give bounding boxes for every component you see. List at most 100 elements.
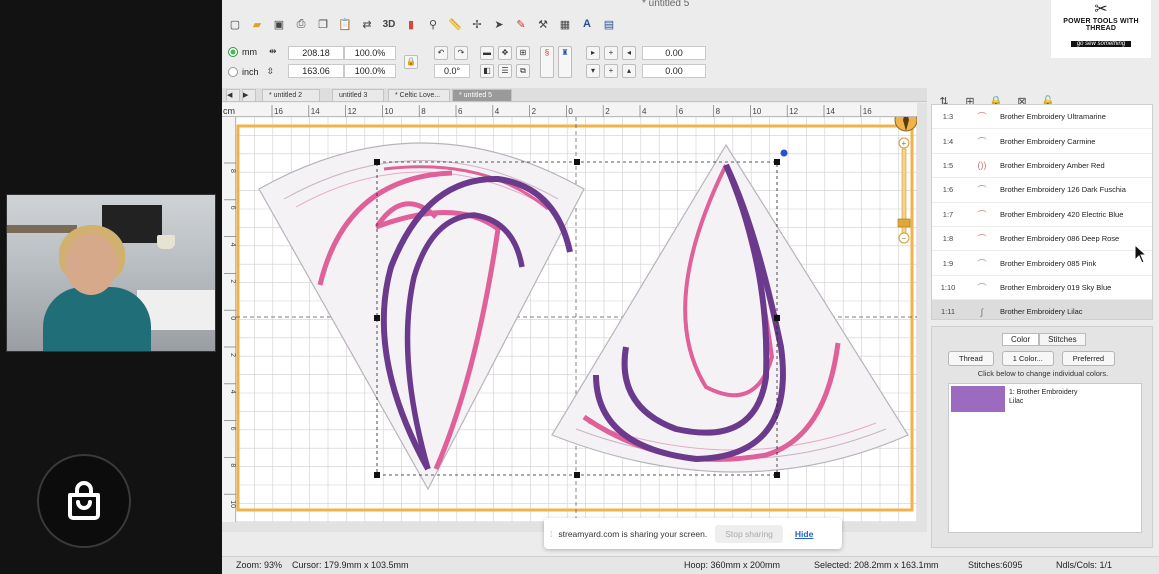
tab-untitled-2[interactable]: * untitled 2 (262, 89, 320, 101)
thread-button[interactable]: Thread (948, 351, 994, 366)
rotate-right-icon[interactable]: ↷ (454, 46, 468, 60)
list-item[interactable]: 1:9 ⌒ Brother Embroidery 085 Pink (932, 251, 1152, 276)
tab-stitches[interactable]: Stitches (1039, 333, 1086, 346)
measure-icon[interactable]: 📏 (446, 15, 464, 33)
list-item[interactable]: 1:8 ⌒ Brother Embroidery 086 Deep Rose (932, 227, 1152, 252)
center-icon[interactable]: ✢ (468, 15, 486, 33)
tab-untitled-3[interactable]: untitled 3 (332, 89, 384, 101)
move-middle-icon[interactable]: + (604, 64, 618, 78)
spool-blue-icon[interactable]: ♜ (558, 46, 572, 78)
tab-untitled-5[interactable]: * untitled 5 (452, 89, 512, 101)
shopping-bag-button[interactable] (37, 454, 131, 548)
align-left-icon[interactable]: ◧ (480, 64, 494, 78)
mouse-cursor-icon (1134, 244, 1148, 264)
tab-color[interactable]: Color (1002, 333, 1040, 346)
pencil-icon[interactable]: ✎ (512, 15, 530, 33)
move-center-icon[interactable]: + (604, 46, 618, 60)
document-tabs: ◀ ▶ * untitled 2 untitled 3 * Celtic Lov… (222, 88, 927, 102)
list-item[interactable]: 1:10 ⌒ Brother Embroidery 019 Sky Blue (932, 276, 1152, 301)
window-title: * untitled 5 (642, 0, 690, 9)
ruler-tick-label: 8 (229, 463, 236, 467)
flip-icon[interactable]: ✥ (498, 46, 512, 60)
sewing-machine-icon: ✂ (1094, 1, 1108, 18)
ruler-tick-label: 2 (229, 279, 236, 283)
save-icon[interactable]: ▣ (270, 15, 288, 33)
thread-list: 1:3 ⌒ Brother Embroidery Ultramarine 1:4 ⌒ B… (931, 104, 1153, 320)
transform-toolbar: mm ⇹ inch ⇳ 208.18 163.06 100.0% 100.0% … (222, 42, 927, 82)
rotation-field[interactable]: 0.0° (434, 64, 470, 78)
paste-icon[interactable]: 📋 (336, 15, 354, 33)
ruler-tick-label: 4 (229, 243, 236, 247)
monogram-icon[interactable]: ▤ (600, 15, 618, 33)
height-field[interactable]: 163.06 (288, 64, 344, 78)
ruler-tick-label: 16 (274, 107, 283, 116)
move-right-icon[interactable]: ◂ (622, 46, 636, 60)
list-item[interactable]: 1:4 ⌒ Brother Embroidery Carmine (932, 129, 1152, 154)
distribute-icon[interactable]: ☰ (498, 64, 512, 78)
color-count-button[interactable]: 1 Color... (1001, 351, 1054, 366)
tab-next-arrow[interactable]: ▶ (242, 89, 256, 101)
drag-handle-icon[interactable]: ⁞ (550, 529, 552, 539)
thread-thumbnail: ⌒ (977, 258, 987, 269)
rotate-handle[interactable] (780, 149, 788, 157)
stitches-status: Stitches:6095 (968, 560, 1023, 570)
align-top-icon[interactable]: ▬ (480, 46, 494, 60)
svg-text:−: − (902, 234, 907, 243)
spool-red-icon[interactable]: § (540, 46, 554, 78)
lock-ratio-icon[interactable]: 🔒 (404, 55, 418, 69)
inch-radio[interactable] (228, 66, 238, 77)
open-folder-icon[interactable]: ▰ (248, 15, 266, 33)
ruler-tick-label: 0 (229, 316, 236, 320)
3d-view-icon[interactable]: 3D (380, 15, 398, 33)
tab-celtic-love[interactable]: * Celtic Love... (388, 89, 450, 101)
width-field[interactable]: 208.18 (288, 46, 344, 60)
ruler-tick-label: 10 (229, 500, 236, 508)
group-icon[interactable]: ⊞ (516, 46, 530, 60)
vertical-scrollbar[interactable] (917, 103, 927, 522)
print-icon[interactable]: ⎙ (292, 15, 310, 33)
ruler-tick-label: 4 (642, 107, 647, 116)
needle-icon[interactable]: ⚒ (534, 15, 552, 33)
unit-inch-option[interactable]: inch ⇳ (228, 66, 274, 77)
thread-thumbnail: ⌒ (977, 112, 987, 123)
unit-mm-option[interactable]: mm ⇹ (228, 46, 277, 57)
list-item[interactable]: 1:5()) Brother Embroidery Amber Red (932, 154, 1152, 179)
preferred-button[interactable]: Preferred (1061, 351, 1116, 366)
list-item[interactable]: 1:11 ∫ Brother Embroidery Lilac (932, 300, 1152, 319)
grid-tool-icon[interactable]: ▦ (556, 15, 574, 33)
select-arrow-icon[interactable]: ➤ (490, 15, 508, 33)
list-item[interactable]: 1:3 ⌒ Brother Embroidery Ultramarine (932, 105, 1152, 130)
tab-prev-arrow[interactable]: ◀ (226, 89, 240, 101)
mm-radio[interactable] (228, 46, 238, 57)
lettering-icon[interactable]: A (578, 15, 596, 33)
list-item[interactable]: 1:7 ⌒ Brother Embroidery 420 Electric Blue (932, 203, 1152, 227)
stop-sharing-button[interactable]: Stop sharing (715, 524, 783, 543)
hide-button[interactable]: Hide (795, 529, 813, 539)
zoom-slider-thumb[interactable] (897, 218, 911, 228)
chart-icon[interactable]: ▮ (402, 15, 420, 33)
thread-thumbnail: ⌒ (977, 185, 987, 196)
stitch-player-icon[interactable]: ⇄ (358, 15, 376, 33)
move-down-icon[interactable]: ▾ (586, 64, 600, 78)
height-percent-field[interactable]: 100.0% (344, 64, 396, 78)
move-left-icon[interactable]: ▸ (586, 46, 600, 60)
mirror-icon[interactable]: ⧉ (516, 64, 530, 78)
color-hint: Click below to change individual colors. (977, 369, 1109, 378)
ruler-tick-label: 6 (229, 206, 236, 210)
list-item[interactable]: 1:6 ⌒ Brother Embroidery 126 Dark Fuschia (932, 178, 1152, 203)
status-bar: Zoom: 93% Cursor: 179.9mm x 103.5mm Hoop… (222, 556, 1159, 574)
design-canvas[interactable]: N + − (236, 117, 917, 522)
ruler-tick-label: 6 (458, 107, 463, 116)
move-up-icon[interactable]: ▴ (622, 64, 636, 78)
ruler-tick-label: 6 (229, 427, 236, 431)
copy-icon[interactable]: ❐ (314, 15, 332, 33)
new-file-icon[interactable]: ▢ (226, 15, 244, 33)
ruler-unit-label: cm (223, 106, 235, 116)
thread-thumbnail: ⌒ (977, 282, 987, 293)
offset-x-field[interactable]: 0.00 (642, 46, 706, 60)
rotate-left-icon[interactable]: ↶ (434, 46, 448, 60)
width-percent-field[interactable]: 100.0% (344, 46, 396, 60)
offset-y-field[interactable]: 0.00 (642, 64, 706, 78)
color-swatch[interactable] (951, 386, 1005, 412)
zoom-icon[interactable]: ⚲ (424, 15, 442, 33)
